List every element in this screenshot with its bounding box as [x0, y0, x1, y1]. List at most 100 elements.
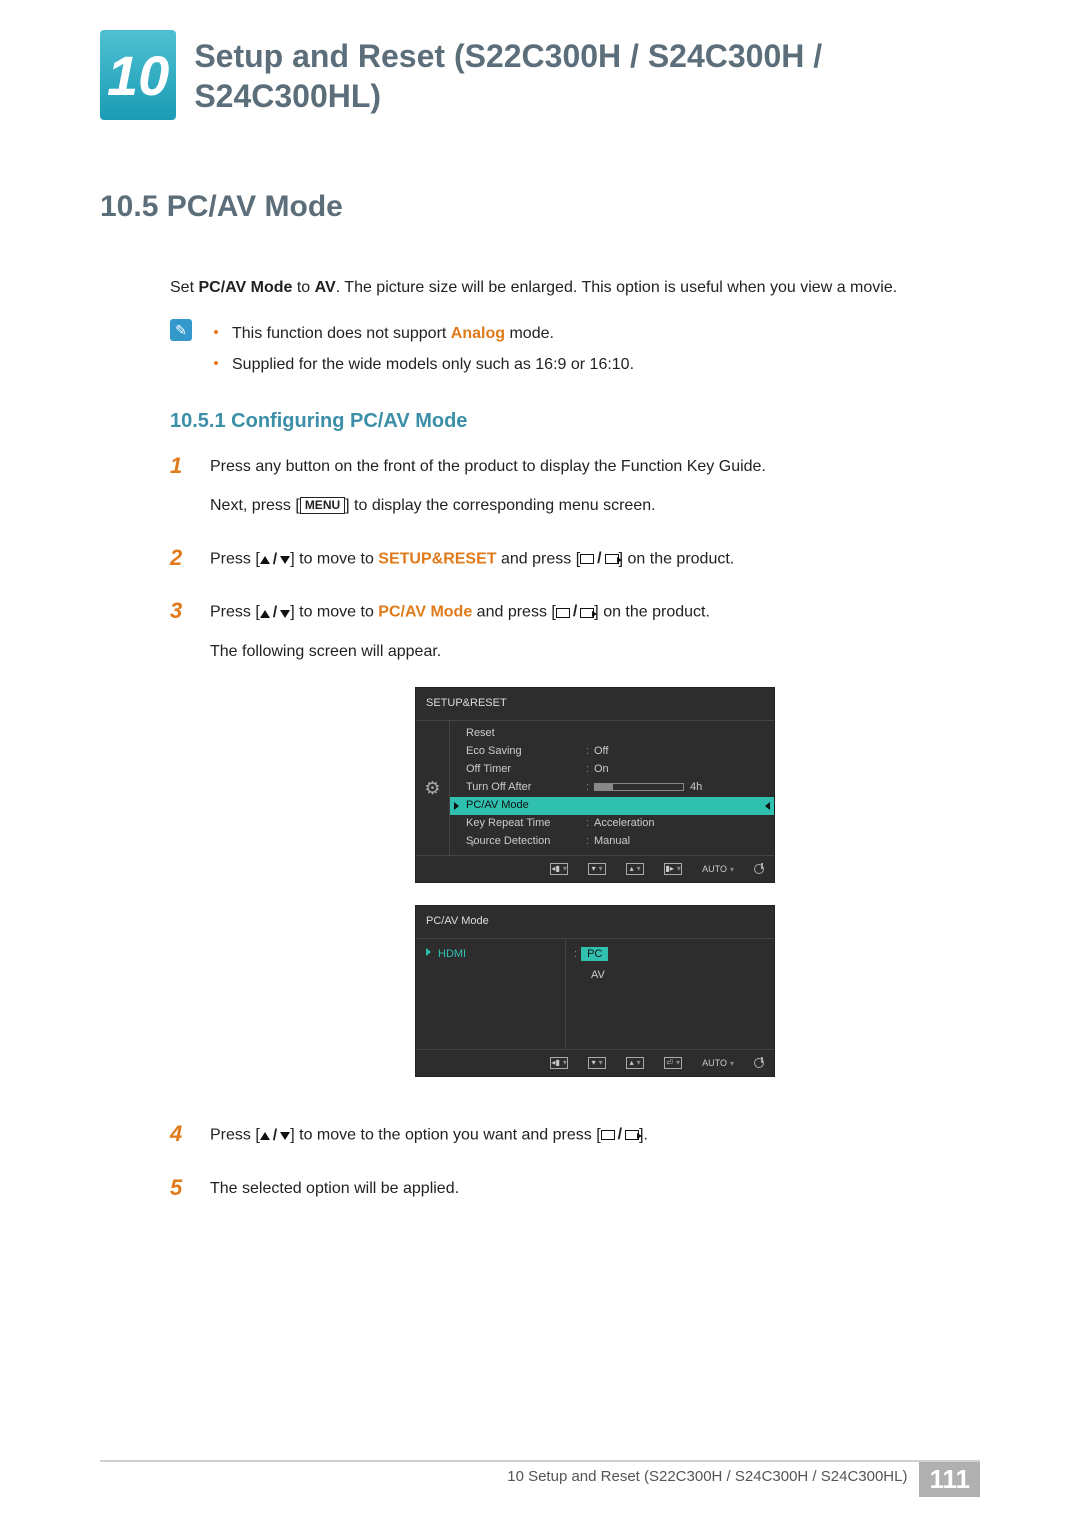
- osd-back-icon[interactable]: ◂▮: [550, 863, 568, 875]
- osd2-option-pc[interactable]: PC: [581, 947, 608, 961]
- osd2-option-pc-row: :PC: [574, 945, 766, 965]
- step4-text: Press [/] to move to the option you want…: [210, 1121, 980, 1151]
- intro-suffix: . The picture size will be enlarged. Thi…: [336, 279, 897, 296]
- osd-forward-icon[interactable]: ▮▸: [664, 863, 682, 875]
- up-down-arrows-icon: /: [260, 599, 290, 628]
- step2-post1: and press [: [497, 550, 581, 567]
- osd1-r2-value: Off: [594, 742, 766, 762]
- step3-mid: ] to move to: [290, 604, 378, 621]
- step-4: 4 Press [/] to move to the option you wa…: [170, 1121, 980, 1161]
- osd2-left-column: HDMI: [416, 939, 566, 1049]
- step3-target: PC/AV Mode: [378, 604, 472, 621]
- menu-button-icon: MENU: [300, 497, 345, 514]
- step-number: 3: [170, 598, 192, 1107]
- step2-target: SETUP&RESET: [378, 550, 496, 567]
- osd2-option-av[interactable]: AV: [585, 965, 766, 987]
- osd-down-icon[interactable]: ▾: [588, 1057, 606, 1069]
- osd-power-icon[interactable]: [754, 864, 764, 874]
- osd-back-icon[interactable]: ◂▮: [550, 1057, 568, 1069]
- osd1-row-key-repeat[interactable]: Key Repeat Time:Acceleration: [450, 815, 774, 833]
- note-item-2: Supplied for the wide models only such a…: [208, 350, 634, 380]
- chapter-title: Setup and Reset (S22C300H / S24C300H / S…: [194, 30, 980, 116]
- step-2: 2 Press [/] to move to SETUP&RESET and p…: [170, 545, 980, 585]
- step4-mid: ] to move to the option you want and pre…: [290, 1126, 600, 1143]
- osd1-row-source-detection[interactable]: Source Detection:Manual▾: [450, 833, 774, 851]
- osd2-hdmi-item[interactable]: HDMI: [424, 945, 557, 965]
- intro-term: PC/AV Mode: [198, 279, 292, 296]
- step2-post2: ] on the product.: [619, 550, 735, 567]
- step3-post2: ] on the product.: [594, 604, 710, 621]
- osd-up-icon[interactable]: ▴: [626, 863, 644, 875]
- osd1-r1-label: Reset: [466, 724, 586, 744]
- step3-pre: Press [: [210, 604, 260, 621]
- osd-setup-reset: SETUP&RESET ⚙ Reset Eco Saving:Off Off T…: [415, 687, 775, 883]
- osd2-footer: ◂▮ ▾ ▴ ⏎ AUTO: [416, 1049, 774, 1076]
- step3-line1: Press [/] to move to PC/AV Mode and pres…: [210, 598, 980, 628]
- steps-list: 1 Press any button on the front of the p…: [170, 453, 980, 1214]
- osd1-r4-valuetext: 4h: [690, 781, 702, 793]
- source-enter-icon: /: [601, 1121, 639, 1150]
- osd1-r5-label: PC/AV Mode: [466, 796, 586, 816]
- osd-auto-button[interactable]: AUTO: [702, 861, 734, 877]
- osd1-r7-value: Manual: [594, 832, 766, 852]
- osd-up-icon[interactable]: ▴: [626, 1057, 644, 1069]
- osd1-gear-icon-col: ⚙: [416, 721, 450, 855]
- step4-pre: Press [: [210, 1126, 260, 1143]
- osd1-r7-label: Source Detection: [466, 832, 586, 852]
- osd1-r3-label: Off Timer: [466, 760, 586, 780]
- source-enter-icon: /: [556, 598, 594, 627]
- osd1-row-off-timer[interactable]: Off Timer:On: [450, 761, 774, 779]
- step2-pre: Press [: [210, 550, 260, 567]
- intro-prefix: Set: [170, 279, 198, 296]
- osd1-r4-label: Turn Off After: [466, 778, 586, 798]
- note-icon: ✎: [170, 319, 192, 341]
- step1-line1: Press any button on the front of the pro…: [210, 453, 980, 482]
- up-down-arrows-icon: /: [260, 546, 290, 575]
- osd2-title: PC/AV Mode: [416, 906, 774, 939]
- chapter-header: 10 Setup and Reset (S22C300H / S24C300H …: [100, 30, 980, 120]
- note1-pre: This function does not support: [232, 325, 451, 342]
- step-number: 2: [170, 545, 192, 585]
- osd1-footer: ◂▮ ▾ ▴ ▮▸ AUTO: [416, 855, 774, 882]
- osd1-row-reset[interactable]: Reset: [450, 725, 774, 743]
- up-down-arrows-icon: /: [260, 1122, 290, 1151]
- step1-line2: Next, press [MENU] to display the corres…: [210, 492, 980, 521]
- osd-down-icon[interactable]: ▾: [588, 863, 606, 875]
- note-block: ✎ This function does not support Analog …: [170, 319, 980, 380]
- page-number: 111: [919, 1462, 980, 1497]
- step-1: 1 Press any button on the front of the p…: [170, 453, 980, 531]
- step3-line2: The following screen will appear.: [210, 638, 980, 667]
- osd1-r4-value: 4h: [594, 778, 766, 798]
- osd-power-icon[interactable]: [754, 1058, 764, 1068]
- osd1-r6-value: Acceleration: [594, 814, 766, 834]
- osd-auto-button[interactable]: AUTO: [702, 1055, 734, 1071]
- source-enter-icon: /: [580, 545, 618, 574]
- step3-post1: and press [: [472, 604, 556, 621]
- chapter-number-badge: 10: [100, 30, 176, 120]
- osd1-row-turn-off-after[interactable]: Turn Off After:4h: [450, 779, 774, 797]
- footer-text: 10 Setup and Reset (S22C300H / S24C300H …: [507, 1462, 919, 1497]
- note1-term: Analog: [451, 325, 505, 342]
- step2-text: Press [/] to move to SETUP&RESET and pre…: [210, 545, 980, 575]
- osd1-r3-value: On: [594, 760, 766, 780]
- step-number: 5: [170, 1175, 192, 1214]
- osd1-r6-label: Key Repeat Time: [466, 814, 586, 834]
- intro-paragraph: Set PC/AV Mode to AV. The picture size w…: [100, 274, 980, 301]
- osd-pcav-mode: PC/AV Mode HDMI :PC AV ◂▮: [415, 905, 775, 1077]
- osd1-title: SETUP&RESET: [416, 688, 774, 721]
- osd2-right-column: :PC AV: [566, 939, 774, 1049]
- osd1-row-pcav-mode[interactable]: PC/AV Mode: [450, 797, 774, 815]
- step-number: 1: [170, 453, 192, 531]
- osd1-row-eco-saving[interactable]: Eco Saving:Off: [450, 743, 774, 761]
- intro-mid: to: [292, 279, 314, 296]
- page-footer: 10 Setup and Reset (S22C300H / S24C300H …: [100, 1460, 980, 1497]
- slider-icon: [594, 783, 684, 791]
- section-heading: 10.5 PC/AV Mode: [100, 190, 980, 224]
- note1-post: mode.: [505, 325, 554, 342]
- osd-enter-icon[interactable]: ⏎: [664, 1057, 682, 1069]
- scroll-down-icon: ▾: [470, 836, 475, 852]
- step5-text: The selected option will be applied.: [210, 1175, 980, 1204]
- osd1-r2-label: Eco Saving: [466, 742, 586, 762]
- step-number: 4: [170, 1121, 192, 1161]
- step-3: 3 Press [/] to move to PC/AV Mode and pr…: [170, 598, 980, 1107]
